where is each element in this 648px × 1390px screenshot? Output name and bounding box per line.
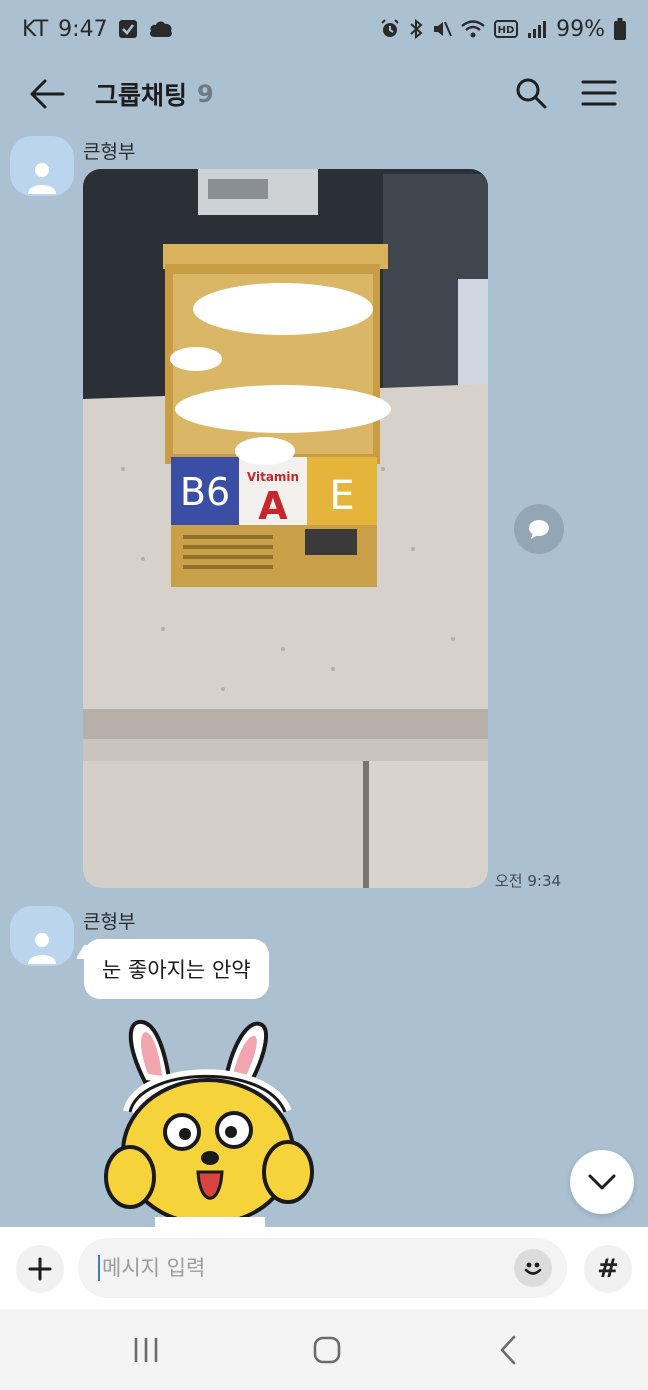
photo-label-vitamin: Vitamin: [247, 470, 299, 484]
scroll-to-bottom-button[interactable]: [570, 1150, 634, 1214]
sticker-message[interactable]: [100, 1012, 320, 1227]
recent-apps-icon: [134, 1338, 158, 1362]
wifi-icon: [461, 19, 485, 39]
plus-icon: [28, 1257, 52, 1281]
system-navigation-bar: [0, 1309, 648, 1390]
message-time: 오전 9:34: [495, 872, 562, 890]
home-icon: [313, 1336, 341, 1364]
battery-percent: 99%: [556, 16, 605, 42]
bluetooth-icon: [409, 19, 423, 39]
recent-apps-button[interactable]: [116, 1329, 176, 1371]
photo-label-b6: B6: [180, 470, 230, 514]
message-text: 눈 좋아지는 안약: [102, 958, 251, 982]
status-left: KT 9:47: [22, 17, 174, 42]
emoticon-button[interactable]: [514, 1249, 552, 1287]
hash-icon: #: [597, 1254, 619, 1284]
alarm-icon: [380, 19, 400, 39]
person-placeholder-icon: [28, 163, 56, 194]
carrier-label: KT: [22, 16, 49, 42]
back-button[interactable]: [26, 74, 68, 114]
search-icon: [516, 78, 547, 109]
chat-title: 그룹채팅: [95, 81, 188, 110]
photo-label-a: A: [258, 484, 288, 528]
chevron-down-icon: [588, 1174, 616, 1190]
attach-button[interactable]: [16, 1245, 64, 1293]
clock-label: 9:47: [58, 16, 108, 42]
avatar[interactable]: [10, 906, 74, 966]
speech-bubble-icon: [529, 520, 549, 539]
home-button[interactable]: [297, 1329, 357, 1371]
check-icon: [118, 19, 138, 39]
mute-icon: [432, 19, 453, 39]
photo-label-e: E: [329, 473, 354, 519]
person-placeholder-icon: [28, 933, 56, 964]
cloud-chat-icon: [148, 19, 174, 39]
hashtag-search-button[interactable]: #: [584, 1245, 632, 1293]
chevron-left-icon: [500, 1335, 516, 1365]
search-button[interactable]: [510, 72, 552, 114]
rabbit-ears-character-sticker-icon: [104, 1019, 314, 1227]
system-back-button[interactable]: [478, 1329, 538, 1371]
arrow-left-icon: [30, 79, 65, 109]
battery-icon: [614, 18, 626, 40]
chat-header: 그룹채팅 9: [0, 58, 648, 128]
chat-title-group: 그룹채팅 9: [95, 74, 214, 114]
member-count: 9: [197, 80, 214, 108]
hamburger-menu-icon: [581, 80, 617, 106]
photo-message[interactable]: B6 Vitamin A E: [83, 169, 488, 888]
avatar[interactable]: [10, 136, 74, 196]
hd-icon: HD: [494, 19, 519, 39]
status-right: HD 99%: [380, 17, 626, 42]
message-input-bar: 메시지 입력 #: [0, 1227, 648, 1309]
sender-name: 큰형부: [83, 141, 136, 163]
message-placeholder: 메시지 입력: [98, 1255, 205, 1281]
smiley-icon: [524, 1262, 542, 1275]
status-bar: KT 9:47 HD 99%: [0, 0, 648, 58]
signal-icon: [527, 19, 547, 39]
message-input[interactable]: 메시지 입력: [78, 1238, 567, 1298]
svg-text:HD: HD: [498, 25, 515, 36]
share-button[interactable]: [514, 504, 564, 554]
chat-messages[interactable]: 큰형부 B6 Vitamin A E 오전 9:34 큰형부 눈 좋아지는 안약: [0, 128, 648, 1227]
text-message-bubble[interactable]: 눈 좋아지는 안약: [84, 939, 269, 999]
menu-button[interactable]: [578, 72, 620, 114]
sender-name: 큰형부: [83, 911, 136, 933]
